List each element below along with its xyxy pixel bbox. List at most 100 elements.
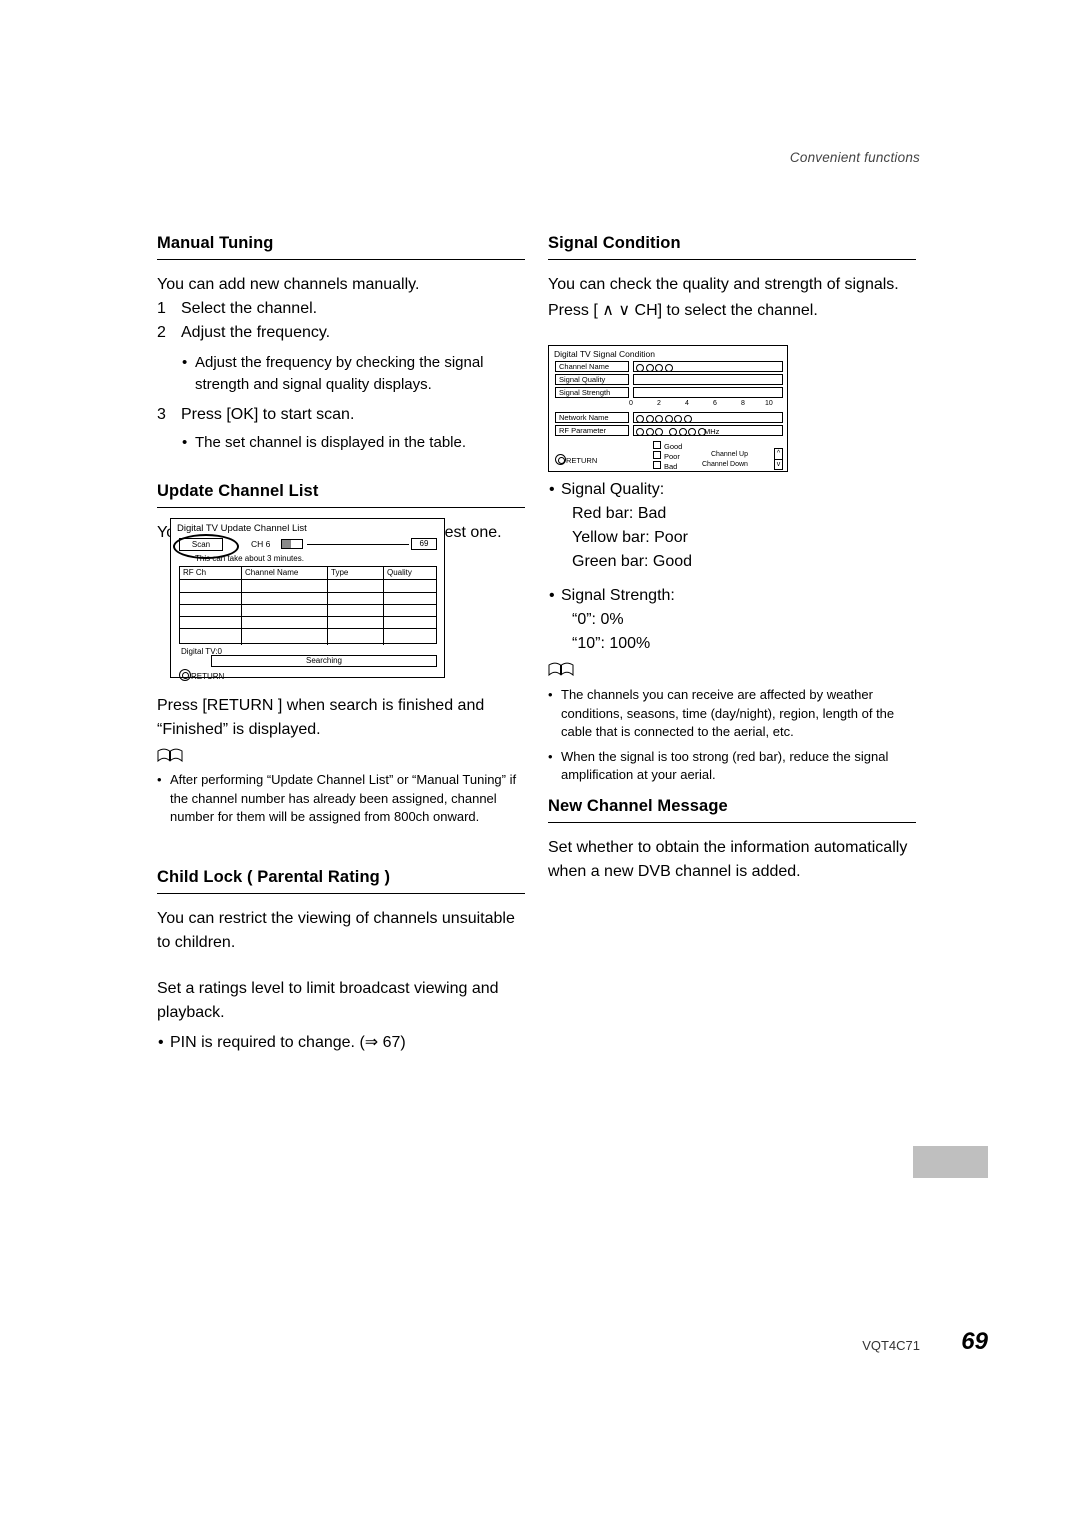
network-name-circles	[636, 414, 692, 423]
return-button[interactable]: RETURN	[555, 454, 597, 465]
channel-count: 69	[411, 538, 437, 550]
document-code: VQT4C71	[862, 1338, 920, 1353]
tick-8: 8	[741, 400, 745, 407]
thumb-index-block	[913, 1146, 988, 1178]
strength-10: “10”: 100%	[572, 635, 651, 652]
manual-tuning-step-3: 3 Press [OK] to start scan.	[157, 403, 525, 427]
progress-line	[307, 544, 409, 545]
legend-swatch-bad	[653, 461, 661, 469]
update-note: After performing “Update Channel List” o…	[157, 771, 527, 827]
scan-duration-note: This can take about 3 minutes.	[195, 554, 304, 563]
legend-label-bad: Bad	[664, 462, 678, 471]
tick-6: 6	[713, 400, 717, 407]
osd-title: Digital TV Update Channel List	[177, 523, 307, 534]
tick-10: 10	[765, 400, 773, 407]
manual-tuning-substep-2: Adjust the frequency by checking the sig…	[181, 352, 525, 396]
tick-4: 4	[685, 400, 689, 407]
list-item: 3 Press [OK] to start scan.	[157, 403, 525, 427]
child-lock-title: Child Lock ( Parental Rating )	[157, 868, 525, 894]
child-lock-p2: Set a ratings level to limit broadcast v…	[157, 980, 499, 1021]
section-child-lock: Child Lock ( Parental Rating ) You can r…	[157, 868, 525, 1055]
right-column: Signal Condition You can check the quali…	[548, 234, 916, 323]
new-channel-message-title: New Channel Message	[548, 797, 916, 823]
quality-red: Red bar: Bad	[572, 505, 667, 522]
child-lock-p1: You can restrict the viewing of channels…	[157, 910, 515, 951]
legend-swatch-good	[653, 441, 661, 449]
signal-note-2: When the signal is too strong (red bar),…	[548, 748, 923, 785]
step-number: 3	[157, 406, 166, 423]
row-rf-parameter: RF Parameter MHz	[555, 425, 783, 436]
quality-yellow: Yellow bar: Poor	[572, 529, 688, 546]
row-value	[633, 387, 783, 398]
row-label: Signal Strength	[555, 387, 629, 398]
column-header-channel-name: Channel Name	[242, 567, 328, 579]
row-label: RF Parameter	[555, 425, 629, 436]
signal-condition-osd[interactable]: Digital TV Signal Condition Channel Name…	[548, 345, 788, 472]
signal-condition-title: Signal Condition	[548, 234, 916, 260]
mhz-label: MHz	[704, 427, 720, 436]
page-number: 69	[961, 1328, 988, 1355]
legend-good: Good	[653, 441, 682, 451]
step-text: Press [OK] to start scan.	[181, 406, 355, 423]
step-number: 2	[157, 324, 166, 341]
channel-updown-buttons[interactable]: ^ v	[774, 448, 783, 470]
channel-progress-bar	[281, 539, 303, 549]
child-lock-bullet: PIN is required to change. (⇒ 67)	[157, 1031, 525, 1055]
row-signal-quality: Signal Quality	[555, 374, 783, 385]
legend-bad: Bad	[653, 461, 677, 471]
legend-label-good: Good	[664, 442, 683, 451]
signal-condition-press: Press [ ∧ ∨ CH] to select the channel.	[548, 302, 818, 319]
channel-name-circles	[636, 363, 673, 372]
status-searching: Searching	[211, 655, 437, 667]
manual-tuning-substep-3: The set channel is displayed in the tabl…	[181, 432, 525, 454]
return-icon	[555, 454, 566, 465]
tick-2: 2	[657, 400, 661, 407]
step-number: 1	[157, 300, 166, 317]
left-column: Manual Tuning You can add new channels m…	[157, 234, 525, 545]
section-manual-tuning: Manual Tuning You can add new channels m…	[157, 234, 525, 454]
table-rows	[180, 580, 436, 645]
running-head: Convenient functions	[789, 150, 920, 165]
manual-tuning-steps: 1 Select the channel. 2 Adjust the frequ…	[157, 297, 525, 345]
list-item: 1 Select the channel.	[157, 297, 525, 321]
new-channel-message-body: Set whether to obtain the information au…	[548, 839, 908, 880]
signal-quality-heading: Signal Quality:	[548, 478, 928, 502]
rf-parameter-circles	[636, 427, 706, 436]
channel-up-icon[interactable]: ^	[775, 449, 782, 460]
book-icon	[157, 748, 183, 763]
return-button[interactable]: RETURN	[179, 669, 224, 681]
legend-label-poor: Poor	[664, 452, 680, 461]
column-header-rf-ch: RF Ch	[180, 567, 242, 579]
signal-note-1: The channels you can receive are affecte…	[548, 686, 923, 742]
channel-label: CH 6	[251, 539, 271, 549]
list-item: 2 Adjust the frequency.	[157, 321, 525, 345]
row-channel-name: Channel Name	[555, 361, 783, 372]
quality-green: Green bar: Good	[572, 553, 693, 570]
row-value	[633, 412, 783, 423]
update-channel-list-osd[interactable]: Digital TV Update Channel List Scan CH 6…	[170, 518, 445, 681]
channel-down-icon[interactable]: v	[775, 460, 782, 470]
row-label: Signal Quality	[555, 374, 629, 385]
channel-up-label[interactable]: Channel Up	[711, 451, 748, 458]
legend-poor: Poor	[653, 451, 680, 461]
channel-down-label[interactable]: Channel Down	[702, 461, 748, 468]
update-note-text: After performing “Update Channel List” o…	[157, 771, 527, 827]
legend-swatch-poor	[653, 451, 661, 459]
row-label: Channel Name	[555, 361, 629, 372]
table-header-row: RF Ch Channel Name Type Quality	[180, 567, 436, 580]
step-text: Adjust the frequency.	[181, 324, 331, 341]
row-value: MHz	[633, 425, 783, 436]
signal-quality-block: Signal Quality: Red bar: Bad Yellow bar:…	[548, 478, 928, 656]
book-icon	[548, 662, 574, 677]
update-after-block: Press [RETURN ] when search is finished …	[157, 694, 537, 742]
step-text: Select the channel.	[181, 300, 318, 317]
section-signal-condition: Signal Condition You can check the quali…	[548, 234, 916, 323]
row-value	[633, 361, 783, 372]
return-label: RETURN	[566, 456, 598, 465]
row-network-name: Network Name	[555, 412, 783, 423]
return-icon	[179, 669, 191, 681]
manual-tuning-intro: You can add new channels manually.	[157, 276, 420, 293]
row-label: Network Name	[555, 412, 629, 423]
manual-tuning-title: Manual Tuning	[157, 234, 525, 260]
column-header-quality: Quality	[387, 568, 412, 577]
